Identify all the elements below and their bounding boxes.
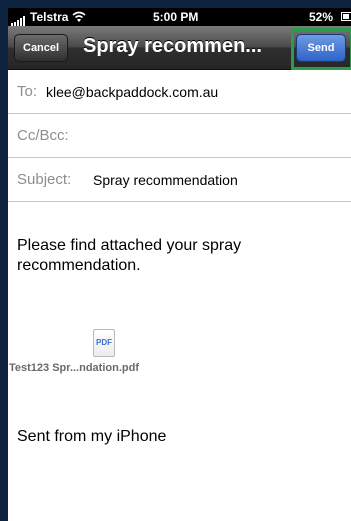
clock: 5:00 PM [153, 10, 199, 24]
screenshot-frame: Telstra 5:00 PM 52% Cancel Spray recomme… [0, 0, 351, 521]
pdf-attachment-icon[interactable]: PDF [93, 329, 115, 357]
wifi-icon [72, 11, 86, 22]
battery-level [343, 14, 350, 19]
cc-bcc-label: Cc/Bcc: [17, 127, 69, 144]
navigation-bar: Cancel Spray recommen... Send [8, 26, 351, 70]
to-label: To: [17, 83, 38, 100]
cc-bcc-field[interactable]: Cc/Bcc: [8, 114, 351, 158]
signal-icon [11, 12, 26, 26]
cancel-button[interactable]: Cancel [14, 34, 69, 62]
subject-value[interactable]: Spray recommendation [93, 172, 238, 188]
subject-label: Subject: [17, 171, 72, 188]
pdf-icon-label: PDF [96, 338, 112, 347]
mail-compose-screen: Telstra 5:00 PM 52% Cancel Spray recomme… [8, 8, 351, 521]
subject-field[interactable]: Subject: Spray recommendation [8, 158, 351, 202]
email-signature[interactable]: Sent from my iPhone [17, 428, 166, 446]
to-recipient[interactable]: klee@backpaddock.com.au [46, 84, 218, 100]
to-field[interactable]: To: klee@backpaddock.com.au [8, 70, 351, 114]
page-title: Spray recommen... [83, 35, 262, 57]
status-bar: Telstra 5:00 PM 52% [8, 8, 351, 26]
battery-percent: 52% [309, 10, 334, 24]
message-body[interactable]: Please find attached your spray recommen… [17, 236, 317, 276]
send-button[interactable]: Send [296, 34, 346, 62]
carrier-name: Telstra [30, 10, 69, 24]
attachment-filename[interactable]: Test123 Spr...ndation.pdf [9, 362, 139, 374]
battery-icon [341, 12, 351, 21]
